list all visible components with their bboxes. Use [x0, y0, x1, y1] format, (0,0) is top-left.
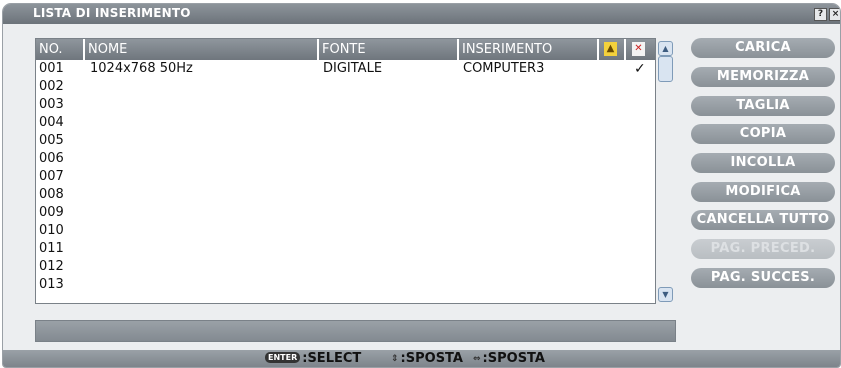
row-nome: 1024x768 50Hz — [90, 61, 193, 76]
row-number: 005 — [39, 133, 64, 148]
row-number: 002 — [39, 79, 64, 94]
status-bar — [35, 320, 676, 342]
table-row[interactable]: 011 — [36, 240, 655, 258]
row-number: 007 — [39, 169, 64, 184]
table-header: NO. NOME FONTE INSERIMENTO ▲ ✕ — [36, 39, 655, 60]
hint-updown: ⇕:SPOSTA — [391, 351, 463, 366]
carica-button[interactable]: CARICA — [691, 38, 835, 58]
table-row[interactable]: 003 — [36, 96, 655, 114]
input-list-table: NO. NOME FONTE INSERIMENTO ▲ ✕ 001 1024x… — [35, 38, 673, 304]
scroll-up-icon[interactable]: ▲ — [658, 41, 673, 56]
column-header-skip[interactable]: ✕ — [626, 39, 655, 60]
hint-leftright: ⇔:SPOSTA — [473, 351, 545, 366]
row-number: 003 — [39, 97, 64, 112]
taglia-button[interactable]: TAGLIA — [691, 96, 835, 116]
skip-icon: ✕ — [632, 42, 645, 56]
leftright-label: :SPOSTA — [482, 351, 545, 366]
help-button[interactable]: ? — [814, 8, 827, 21]
column-header-nome[interactable]: NOME — [85, 39, 319, 60]
row-number: 008 — [39, 187, 64, 202]
updown-label: :SPOSTA — [400, 351, 463, 366]
enter-key-icon: ENTER — [265, 352, 301, 363]
table-row[interactable]: 004 — [36, 114, 655, 132]
table-row[interactable]: 002 — [36, 78, 655, 96]
table-row[interactable]: 012 — [36, 258, 655, 276]
column-header-inserimento[interactable]: INSERIMENTO — [459, 39, 599, 60]
select-label: :SELECT — [302, 351, 362, 366]
up-down-arrow-icon: ⇕ — [391, 354, 399, 364]
checkmark-icon: ✓ — [634, 61, 646, 77]
table-row[interactable]: 013 — [36, 276, 655, 294]
row-number: 006 — [39, 151, 64, 166]
row-number: 013 — [39, 277, 64, 292]
footer-hints: ENTER:SELECT ⇕:SPOSTA ⇔:SPOSTA — [3, 350, 840, 367]
row-fonte: DIGITALE — [323, 61, 383, 76]
hint-select: ENTER:SELECT — [265, 351, 361, 366]
table-row[interactable]: 008 — [36, 186, 655, 204]
column-header-fonte[interactable]: FONTE — [319, 39, 459, 60]
close-button[interactable]: × — [829, 8, 840, 21]
cancella-tutto-button[interactable]: CANCELLA TUTTO — [691, 210, 835, 230]
row-number: 009 — [39, 205, 64, 220]
column-header-no[interactable]: NO. — [36, 39, 85, 60]
table-row[interactable]: 010 — [36, 222, 655, 240]
modifica-button[interactable]: MODIFICA — [691, 182, 835, 202]
table-row[interactable]: 007 — [36, 168, 655, 186]
title-bar: LISTA DI INSERIMENTO ? × — [3, 4, 840, 24]
scroll-thumb[interactable] — [658, 56, 673, 82]
row-number: 012 — [39, 259, 64, 274]
table-row[interactable]: 009 — [36, 204, 655, 222]
left-right-arrow-icon: ⇔ — [473, 354, 481, 364]
row-number: 010 — [39, 223, 64, 238]
row-number: 011 — [39, 241, 64, 256]
table-row[interactable]: 005 — [36, 132, 655, 150]
column-header-lock[interactable]: ▲ — [599, 39, 626, 60]
row-inserimento: COMPUTER3 — [463, 61, 545, 76]
table-row[interactable]: 006 — [36, 150, 655, 168]
lock-icon: ▲ — [604, 42, 617, 56]
input-list-window: LISTA DI INSERIMENTO ? × NO. NOME FONTE … — [2, 3, 841, 368]
row-number: 001 — [39, 61, 64, 76]
vertical-scrollbar[interactable]: ▲ ▼ — [656, 39, 674, 303]
pag-succes-button[interactable]: PAG. SUCCES. — [691, 268, 835, 288]
scroll-down-icon[interactable]: ▼ — [658, 287, 673, 302]
table-row[interactable]: 001 1024x768 50Hz DIGITALE COMPUTER3 ✓ — [36, 60, 655, 78]
row-number: 004 — [39, 115, 64, 130]
pag-preced-button[interactable]: PAG. PRECED. — [691, 239, 835, 259]
memorizza-button[interactable]: MEMORIZZA — [691, 67, 835, 87]
copia-button[interactable]: COPIA — [691, 124, 835, 144]
incolla-button[interactable]: INCOLLA — [691, 153, 835, 173]
window-title: LISTA DI INSERIMENTO — [33, 6, 191, 20]
